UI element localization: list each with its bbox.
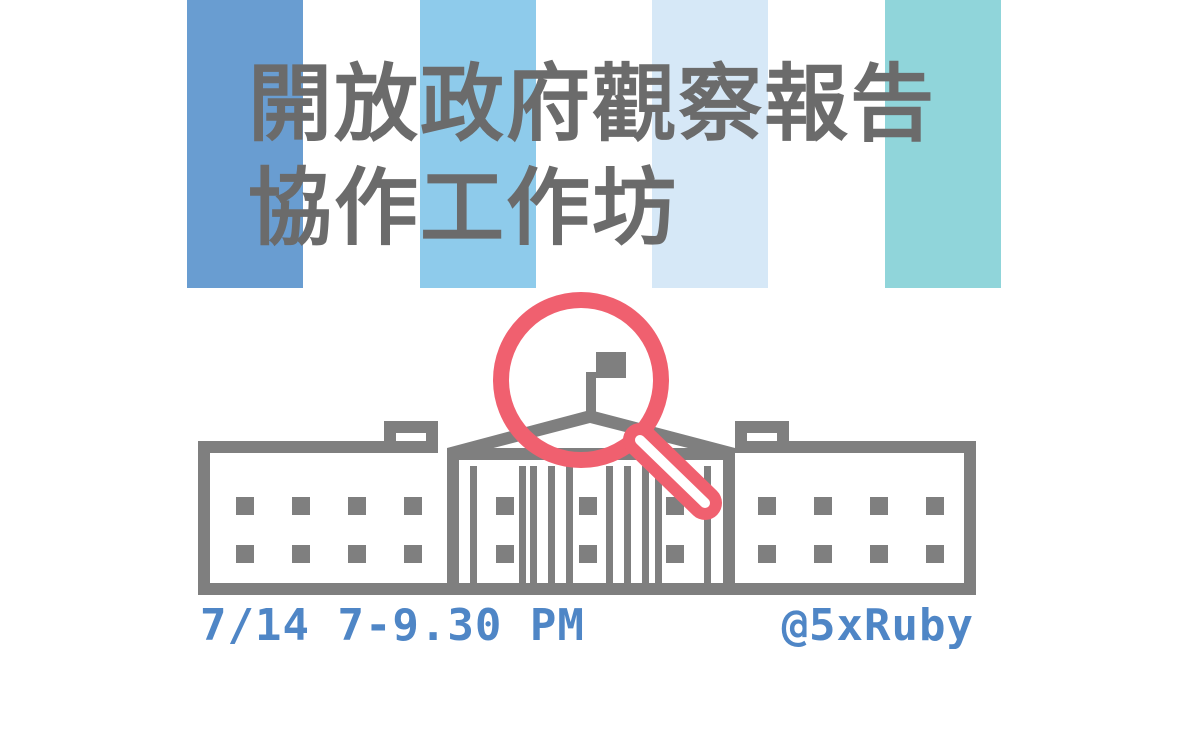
right-wing-windows [758, 497, 944, 563]
illustration [198, 292, 976, 595]
event-venue: @5xRuby [781, 600, 974, 651]
left-wing-windows [236, 497, 422, 563]
event-datetime: 7/14 7-9.30 PM [200, 600, 585, 651]
